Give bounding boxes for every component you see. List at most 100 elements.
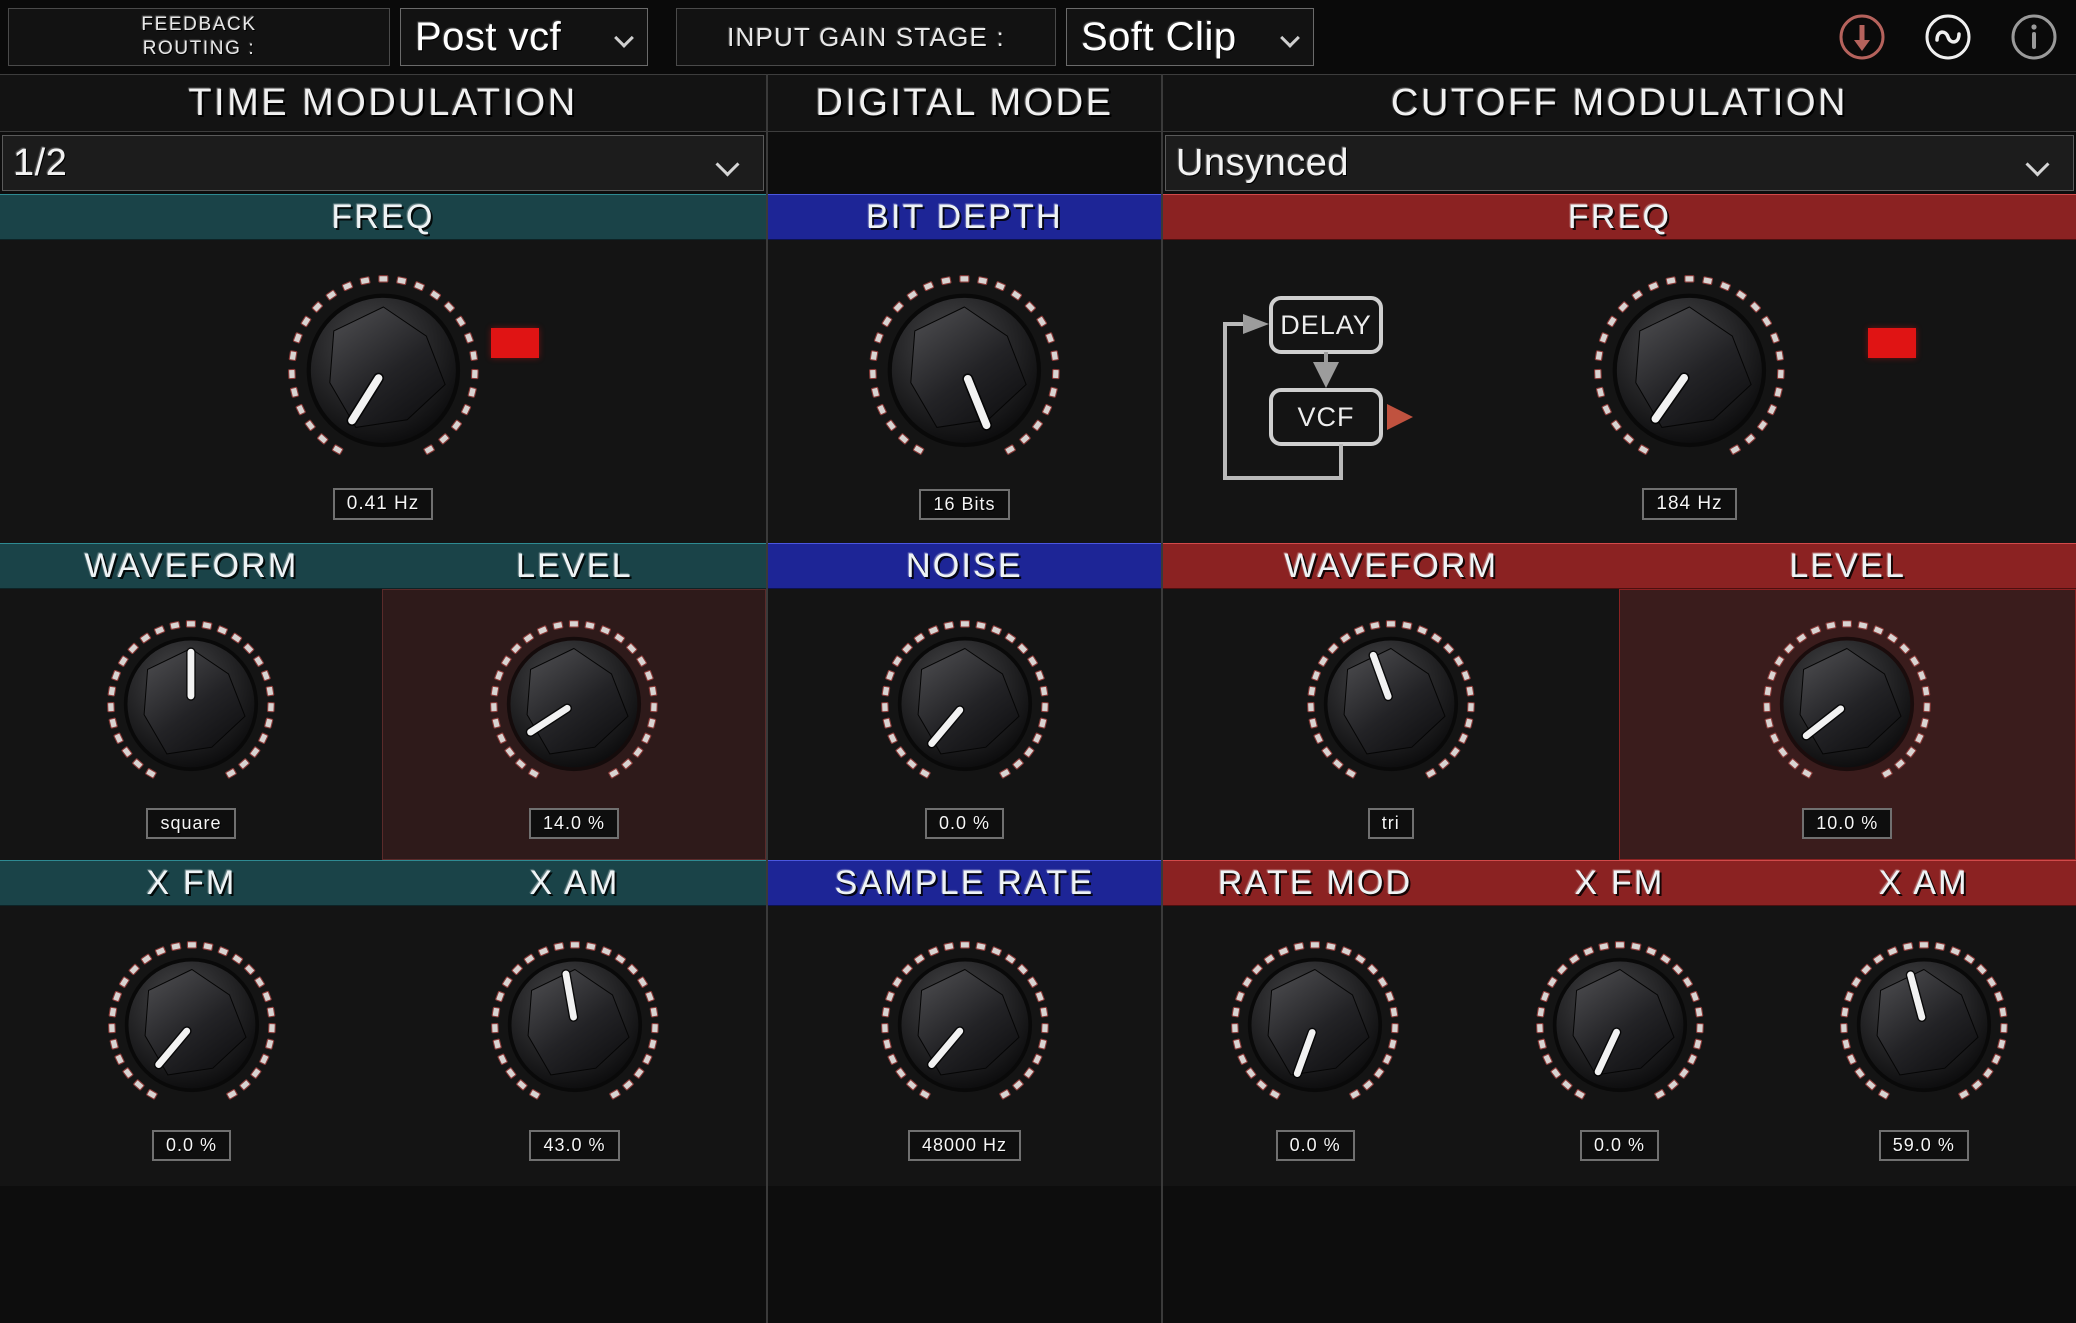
- readout-cutoff-level[interactable]: 10.0 %: [1802, 808, 1892, 839]
- info-icon[interactable]: [2010, 13, 2058, 61]
- plugin-window: FEEDBACK ROUTING : Post vcf INPUT GAIN S…: [0, 0, 2076, 1323]
- digital-row2-knobs: 0.0 %: [768, 589, 1161, 860]
- feedback-routing-label: FEEDBACK ROUTING :: [8, 8, 390, 66]
- knob-cell-cutoff-freq: DELAY VCF: [1163, 240, 2076, 543]
- knob-cutoff-freq[interactable]: [1582, 263, 1797, 483]
- time-row3-labelbar: X FM X AM: [0, 860, 766, 906]
- routing-vcf-label: VCF: [1298, 402, 1355, 432]
- readout-cutoff-freq[interactable]: 184 Hz: [1642, 488, 1736, 520]
- digital-row3-labelbar: SAMPLE RATE: [768, 860, 1161, 906]
- time-sync-value: 1/2: [13, 142, 67, 185]
- chevron-down-icon: [615, 31, 635, 43]
- readout-time-xfm[interactable]: 0.0 %: [152, 1130, 231, 1161]
- feedback-routing-select[interactable]: Post vcf: [400, 8, 648, 66]
- knob-cell-time-freq: 0.41 Hz: [0, 240, 766, 543]
- section-digital-mode: DIGITAL MODE BIT DEPTH: [766, 74, 1161, 1323]
- digital-row2-labelbar: NOISE: [768, 543, 1161, 589]
- label-bit-depth: BIT DEPTH: [768, 195, 1161, 239]
- knob-time-xam[interactable]: [481, 931, 669, 1124]
- readout-noise[interactable]: 0.0 %: [925, 808, 1004, 839]
- feedback-routing-label-line1: FEEDBACK: [141, 13, 256, 37]
- input-gain-stage-label: INPUT GAIN STAGE :: [676, 8, 1056, 66]
- knob-bit-depth[interactable]: [857, 263, 1072, 483]
- knob-cutoff-waveform[interactable]: [1297, 610, 1485, 803]
- knob-cell-cutoff-xfm: 0.0 %: [1467, 906, 1771, 1186]
- chevron-down-icon: [719, 156, 741, 170]
- label-x-fm: X FM: [1467, 861, 1771, 905]
- readout-time-freq[interactable]: 0.41 Hz: [333, 488, 433, 520]
- digital-blank-row: [768, 132, 1161, 194]
- knob-cell-time-waveform: square: [0, 589, 382, 860]
- knob-cell-cutoff-waveform: tri: [1163, 589, 1619, 860]
- readout-time-level[interactable]: 14.0 %: [529, 808, 619, 839]
- knob-time-xfm[interactable]: [98, 931, 286, 1124]
- cutoff-row3-knobs: 0.0 % 0: [1163, 906, 2076, 1186]
- readout-sample-rate[interactable]: 48000 Hz: [908, 1130, 1021, 1161]
- knob-rate-mod[interactable]: [1221, 931, 1409, 1124]
- cutoff-row2-labelbar: WAVEFORM LEVEL: [1163, 543, 2076, 589]
- readout-cutoff-xam[interactable]: 59.0 %: [1879, 1130, 1969, 1161]
- readout-time-xam[interactable]: 43.0 %: [529, 1130, 619, 1161]
- feedback-routing-label-line2: ROUTING :: [143, 37, 256, 61]
- input-gain-stage-select[interactable]: Soft Clip: [1066, 8, 1314, 66]
- cutoff-sync-row: Unsynced: [1163, 132, 2076, 194]
- toolbar-icon-group: [1838, 13, 2058, 61]
- label-freq: FREQ: [1163, 195, 2076, 239]
- cutoff-sync-select[interactable]: Unsynced: [1165, 135, 2074, 191]
- knob-time-freq[interactable]: [276, 263, 491, 483]
- knob-cell-rate-mod: 0.0 %: [1163, 906, 1467, 1186]
- knob-cell-cutoff-level: 10.0 %: [1619, 589, 2076, 860]
- cutoff-row1-knobs: DELAY VCF: [1163, 240, 2076, 543]
- knob-sample-rate[interactable]: [871, 931, 1059, 1124]
- label-freq: FREQ: [0, 195, 766, 239]
- knob-cell-time-level: 14.0 %: [382, 589, 766, 860]
- readout-rate-mod[interactable]: 0.0 %: [1276, 1130, 1355, 1161]
- label-x-am: X AM: [383, 861, 766, 905]
- label-sample-rate: SAMPLE RATE: [768, 861, 1161, 905]
- digital-blank-slot: [768, 135, 1161, 191]
- knob-cell-noise: 0.0 %: [768, 589, 1161, 860]
- label-rate-mod: RATE MOD: [1163, 861, 1467, 905]
- waveform-icon[interactable]: [1924, 13, 1972, 61]
- routing-delay-label: DELAY: [1280, 310, 1372, 340]
- cutoff-sync-value: Unsynced: [1176, 142, 1349, 185]
- feedback-routing-value: Post vcf: [415, 15, 561, 60]
- cutoff-row3-labelbar: RATE MOD X FM X AM: [1163, 860, 2076, 906]
- label-x-fm: X FM: [0, 861, 383, 905]
- digital-row1-labelbar: BIT DEPTH: [768, 194, 1161, 240]
- label-noise: NOISE: [768, 544, 1161, 588]
- download-icon[interactable]: [1838, 13, 1886, 61]
- knob-cutoff-level[interactable]: [1753, 610, 1941, 803]
- top-toolbar: FEEDBACK ROUTING : Post vcf INPUT GAIN S…: [0, 0, 2076, 74]
- section-cutoff-modulation: CUTOFF MODULATION Unsynced FREQ: [1161, 74, 2076, 1323]
- section-title-time-modulation: TIME MODULATION: [0, 74, 766, 132]
- readout-cutoff-xfm[interactable]: 0.0 %: [1580, 1130, 1659, 1161]
- time-row2-knobs: square: [0, 589, 766, 860]
- knob-cutoff-xam[interactable]: [1830, 931, 2018, 1124]
- label-waveform: WAVEFORM: [0, 544, 383, 588]
- digital-row3-knobs: 48000 Hz: [768, 906, 1161, 1186]
- readout-bit-depth[interactable]: 16 Bits: [919, 489, 1009, 520]
- cutoff-row2-knobs: tri 10.: [1163, 589, 2076, 860]
- knob-cutoff-xfm[interactable]: [1526, 931, 1714, 1124]
- readout-cutoff-waveform[interactable]: tri: [1368, 808, 1414, 839]
- chevron-down-icon: [1281, 31, 1301, 43]
- cutoff-row1-labelbar: FREQ: [1163, 194, 2076, 240]
- readout-time-waveform[interactable]: square: [146, 808, 235, 839]
- digital-row1-knobs: 16 Bits: [768, 240, 1161, 543]
- knob-time-waveform[interactable]: [97, 610, 285, 803]
- knob-cell-bit-depth: 16 Bits: [768, 240, 1161, 543]
- routing-diagram: DELAY VCF: [1199, 286, 1449, 491]
- chevron-down-icon: [2029, 156, 2051, 170]
- knob-time-level[interactable]: [480, 610, 668, 803]
- time-row1-labelbar: FREQ: [0, 194, 766, 240]
- led-time-freq: [491, 328, 539, 358]
- knob-cell-sample-rate: 48000 Hz: [768, 906, 1161, 1186]
- label-level: LEVEL: [1620, 544, 2076, 588]
- led-cutoff-freq: [1868, 328, 1916, 358]
- time-sync-select[interactable]: 1/2: [2, 135, 764, 191]
- label-x-am: X AM: [1772, 861, 2076, 905]
- knob-noise[interactable]: [871, 610, 1059, 803]
- label-waveform: WAVEFORM: [1163, 544, 1620, 588]
- knob-cell-time-xfm: 0.0 %: [0, 906, 383, 1186]
